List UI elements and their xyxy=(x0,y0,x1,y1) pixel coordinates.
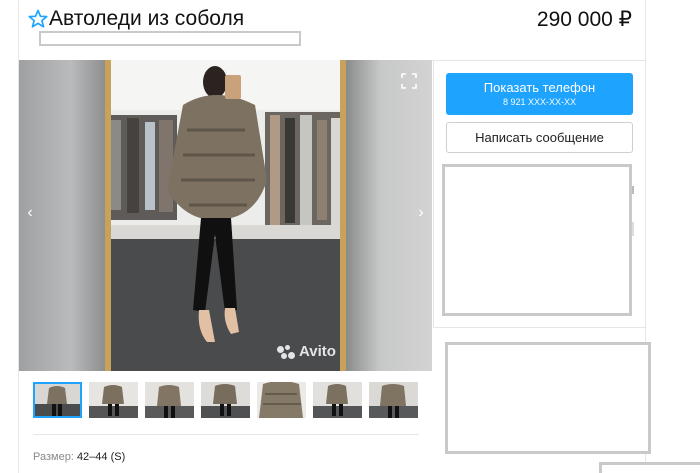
redacted-address-bar xyxy=(39,31,301,46)
show-phone-button[interactable]: Показать телефон 8 921 XXX-XX-XX xyxy=(446,73,633,115)
redacted-block xyxy=(442,164,632,316)
star-outline-icon[interactable] xyxy=(28,9,48,29)
thumbnail[interactable] xyxy=(313,382,362,418)
main-photo[interactable] xyxy=(105,60,346,371)
size-value: 42–44 (S) xyxy=(76,451,126,463)
thumbnail[interactable] xyxy=(89,382,138,418)
size-label: Размер: xyxy=(33,451,74,463)
size-param: Размер: 42–44 (S) xyxy=(33,451,125,463)
photo-gallery[interactable]: ‹ › Avito xyxy=(19,60,432,371)
sidebar-fragment xyxy=(632,186,634,194)
thumbnail[interactable] xyxy=(257,382,306,418)
avito-watermark: Avito xyxy=(277,343,336,360)
masked-phone-number: 8 921 XXX-XX-XX xyxy=(502,97,577,107)
redacted-block xyxy=(599,462,700,473)
listing-header: Автоледи из соболя 290 000 ₽ xyxy=(18,0,646,60)
thumbnail[interactable] xyxy=(201,382,250,418)
params-divider xyxy=(33,434,419,435)
thumbnail[interactable] xyxy=(145,382,194,418)
listing-title: Автоледи из соболя xyxy=(49,7,245,30)
chevron-left-icon[interactable]: ‹ xyxy=(23,203,37,223)
chevron-right-icon[interactable]: › xyxy=(414,203,428,223)
redacted-block xyxy=(445,342,651,454)
sidebar-fragment xyxy=(632,222,634,236)
write-message-button[interactable]: Написать сообщение xyxy=(446,122,633,153)
thumbnail[interactable] xyxy=(33,382,82,418)
listing-price: 290 000 ₽ xyxy=(536,8,632,31)
expand-icon[interactable] xyxy=(401,73,417,89)
thumbnail-strip xyxy=(33,382,423,420)
show-phone-label: Показать телефон xyxy=(483,80,596,95)
avito-logo-icon xyxy=(277,344,295,359)
thumbnail[interactable] xyxy=(369,382,418,418)
watermark-text: Avito xyxy=(299,343,336,360)
